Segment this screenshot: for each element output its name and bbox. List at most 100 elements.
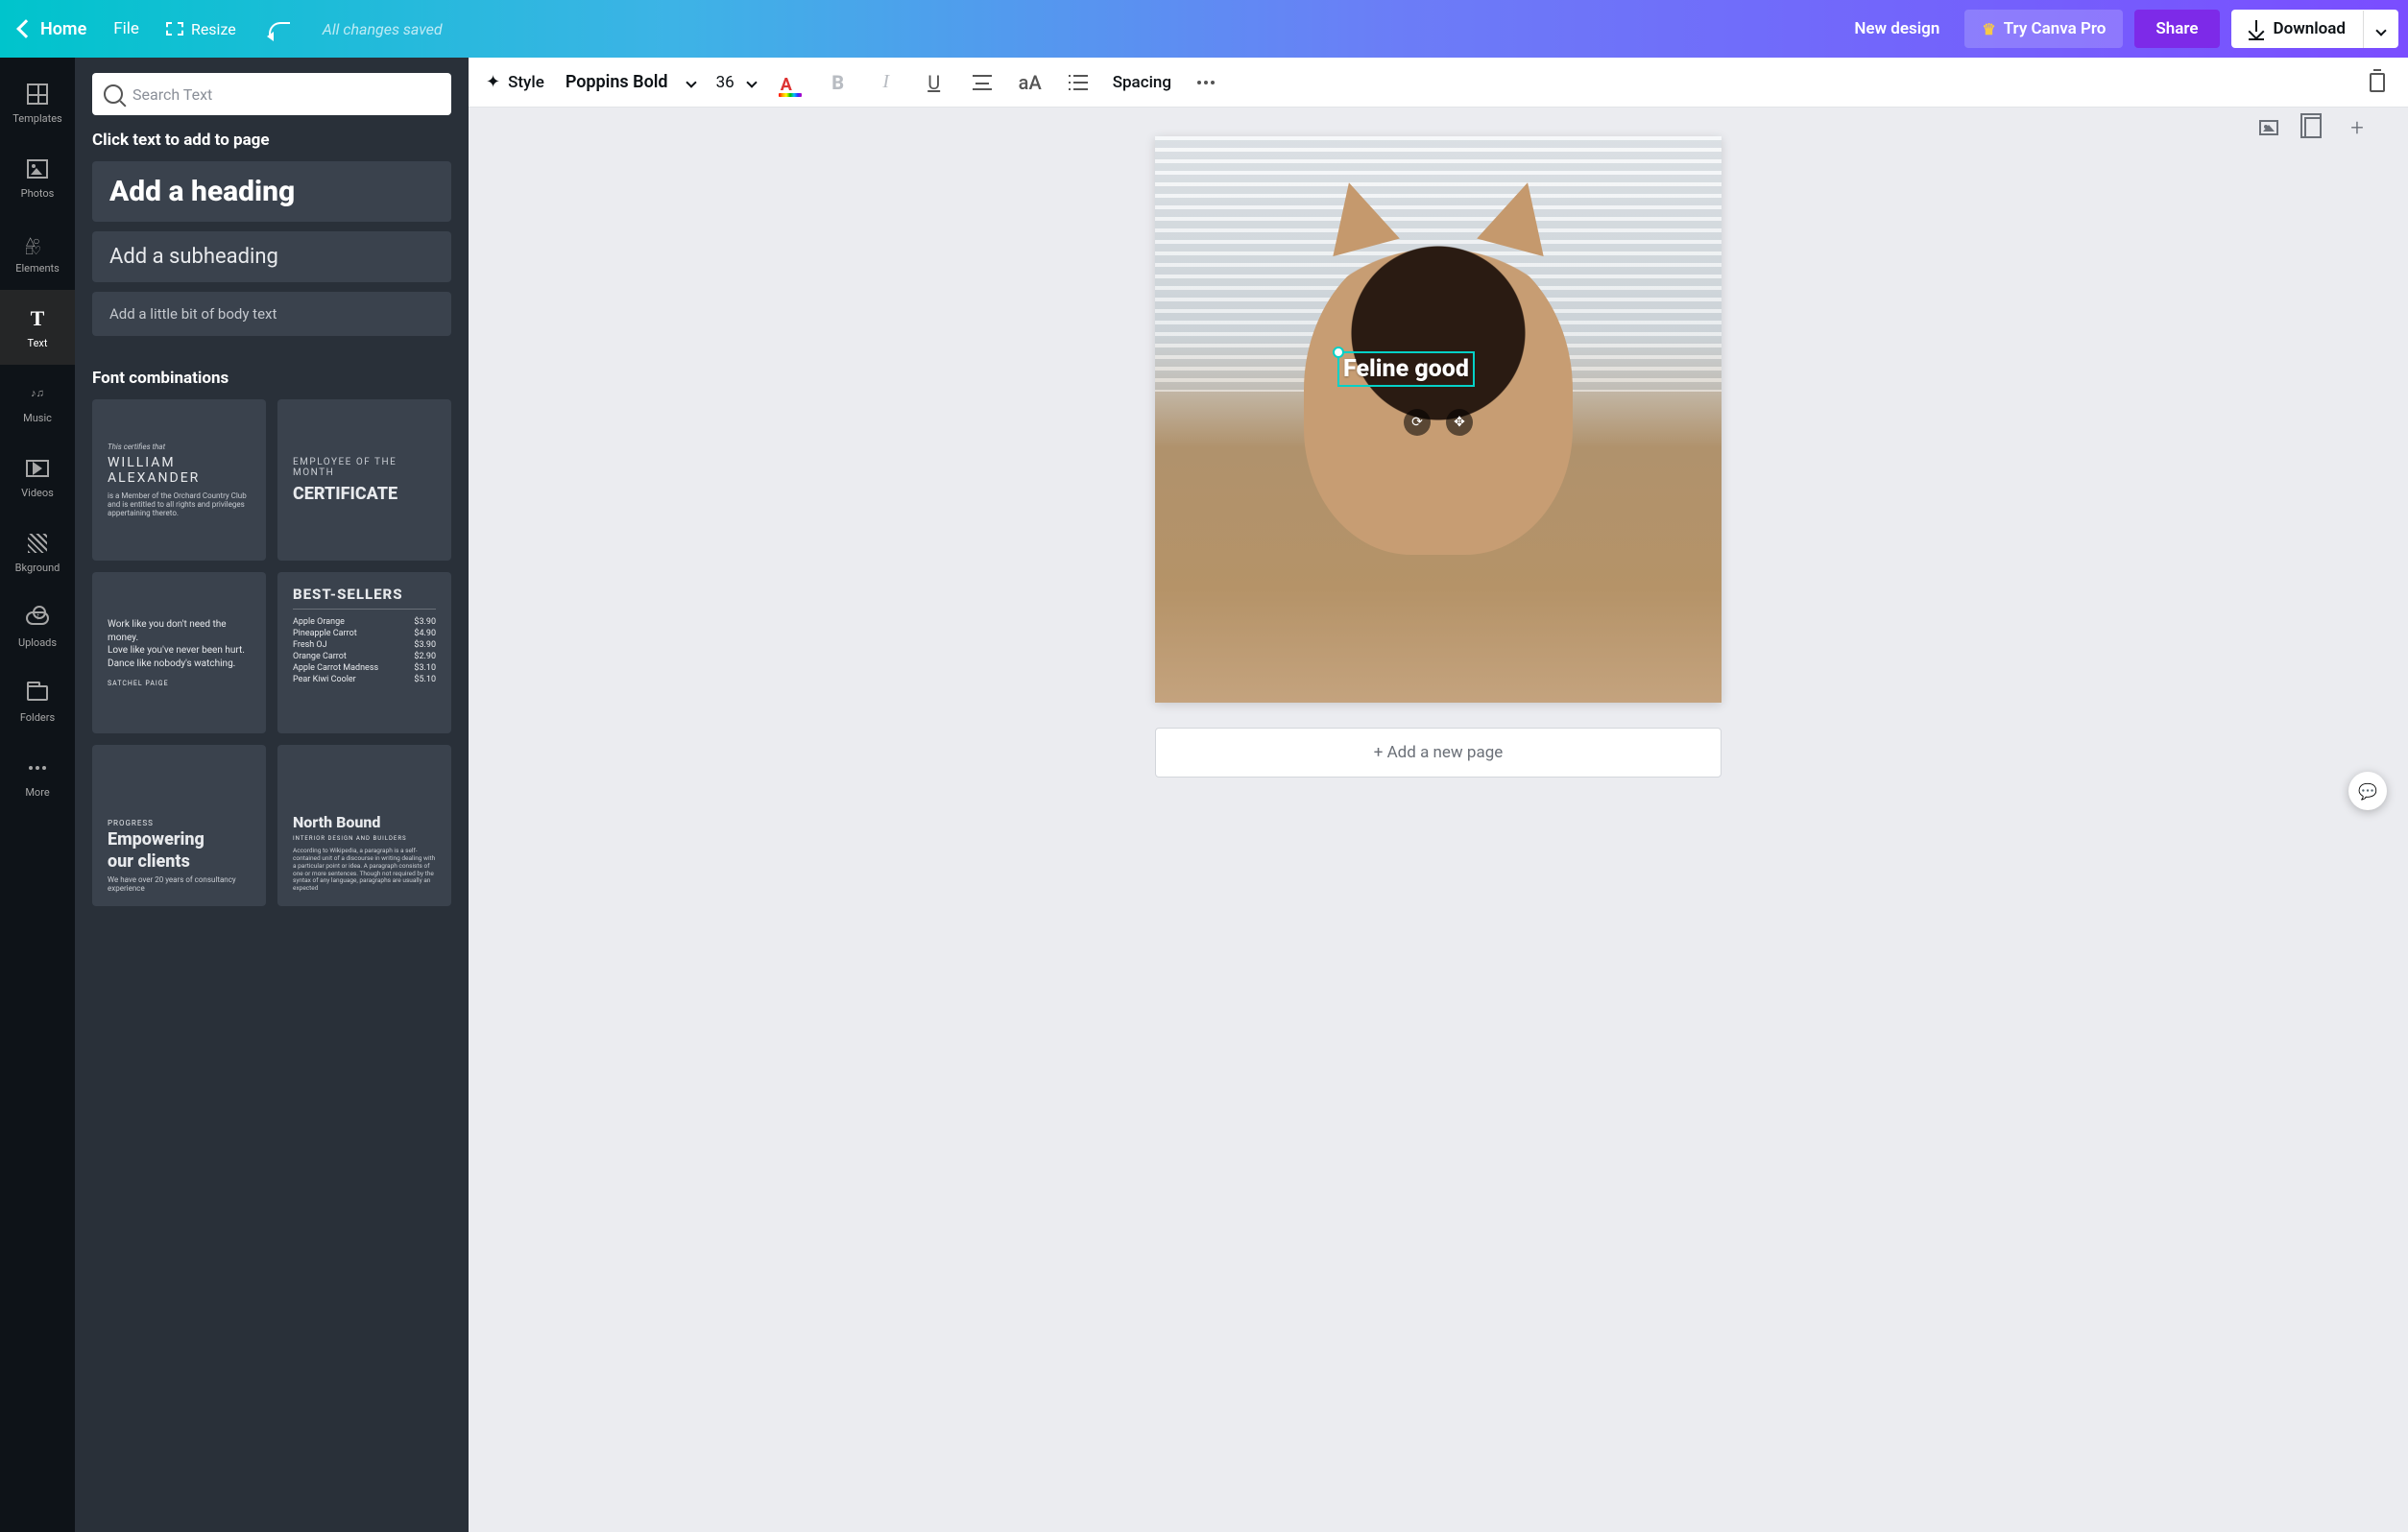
duplicate-icon <box>2304 117 2322 138</box>
rail-elements[interactable]: Elements <box>0 215 75 290</box>
page-notes-button[interactable] <box>2256 115 2281 140</box>
canvas-text[interactable]: Feline good <box>1343 355 1469 383</box>
rail-photos[interactable]: Photos <box>0 140 75 215</box>
font-combo-grid: This certifies that WILLIAM ALEXANDER is… <box>92 399 451 906</box>
save-status: All changes saved <box>323 20 443 38</box>
card-text: $2.90 <box>414 652 436 661</box>
add-new-page-button[interactable]: + Add a new page <box>1155 728 1722 778</box>
style-button[interactable]: Style <box>486 72 544 92</box>
sparkle-icon <box>486 72 500 92</box>
rail-templates[interactable]: Templates <box>0 65 75 140</box>
card-text: Pineapple Carrot <box>293 629 357 638</box>
panel-hint: Click text to add to page <box>92 131 451 150</box>
card-text: This certifies that <box>108 443 251 451</box>
search-input[interactable] <box>132 85 440 104</box>
font-combos-title: Font combinations <box>92 369 451 388</box>
rail-more[interactable]: More <box>0 739 75 814</box>
card-text: PROGRESS <box>108 819 251 827</box>
canvas-stage[interactable]: + Feline good ⟳ ✥ 💬 + Add a new page <box>469 108 2408 1532</box>
add-body-text-button[interactable]: Add a little bit of body text <box>92 292 451 336</box>
text-case-button[interactable]: aA <box>1017 69 1044 96</box>
list-button[interactable] <box>1065 69 1092 96</box>
font-combo-card[interactable]: North Bound INTERIOR DESIGN AND BUILDERS… <box>277 745 451 906</box>
card-text: $4.90 <box>414 629 436 638</box>
underline-icon: U <box>927 71 940 94</box>
download-dropdown[interactable] <box>2363 11 2398 48</box>
style-label: Style <box>508 73 544 92</box>
rail-bkground[interactable]: Bkground <box>0 515 75 589</box>
text-color-button[interactable]: A <box>777 69 804 96</box>
card-text: Orange Carrot <box>293 652 347 661</box>
font-combo-card[interactable]: EMPLOYEE OF THE MONTH CERTIFICATE <box>277 399 451 561</box>
add-heading-button[interactable]: Add a heading <box>92 161 451 222</box>
header-right: New design ♛ Try Canva Pro Share Downloa… <box>1841 10 2398 48</box>
align-icon <box>973 75 992 90</box>
home-label: Home <box>40 19 86 39</box>
try-canva-pro-button[interactable]: ♛ Try Canva Pro <box>1964 10 2123 48</box>
rail-videos[interactable]: Videos <box>0 440 75 515</box>
font-picker[interactable]: Poppins Bold <box>566 72 695 92</box>
home-button[interactable]: Home <box>19 19 86 39</box>
font-combo-card[interactable]: This certifies that WILLIAM ALEXANDER is… <box>92 399 266 561</box>
more-options-button[interactable] <box>1192 69 1219 96</box>
align-button[interactable] <box>969 69 996 96</box>
italic-button[interactable]: I <box>873 69 900 96</box>
resize-handle[interactable] <box>1333 347 1344 358</box>
duplicate-page-button[interactable] <box>2300 115 2325 140</box>
plus-icon: + <box>2350 114 2364 141</box>
list-icon <box>1069 75 1088 90</box>
spacing-button[interactable]: Spacing <box>1113 73 1171 92</box>
background-icon <box>28 534 47 553</box>
undo-button[interactable] <box>263 12 296 45</box>
comment-fab[interactable]: 💬 <box>2348 772 2387 810</box>
rail-folders[interactable]: Folders <box>0 664 75 739</box>
font-combo-card[interactable]: Work like you don't need the money. Love… <box>92 572 266 733</box>
card-text: is a Member of the Orchard Country Club … <box>108 491 251 517</box>
add-page-icon-button[interactable]: + <box>2345 115 2370 140</box>
search-icon <box>104 84 123 104</box>
search-text[interactable] <box>92 73 451 115</box>
card-text: Apple Orange <box>293 617 345 627</box>
resize-icon <box>166 22 183 36</box>
rail-uploads[interactable]: Uploads <box>0 589 75 664</box>
font-size: 36 <box>716 73 734 92</box>
chevron-down-icon <box>686 77 696 87</box>
videos-icon <box>26 460 49 477</box>
crown-icon: ♛ <box>1982 20 1995 38</box>
selected-text-box[interactable]: Feline good <box>1337 351 1475 387</box>
music-icon: ♪♫ <box>31 387 44 399</box>
font-combo-card[interactable]: BEST-SELLERS Apple Orange$3.90 Pineapple… <box>277 572 451 733</box>
download-main[interactable]: Download <box>2231 10 2363 48</box>
new-design-button[interactable]: New design <box>1841 12 1953 46</box>
share-button[interactable]: Share <box>2134 10 2219 48</box>
bold-button[interactable]: B <box>825 69 852 96</box>
download-button[interactable]: Download <box>2231 10 2398 48</box>
underline-button[interactable]: U <box>921 69 948 96</box>
page-actions: + <box>2256 115 2370 140</box>
rotate-handle[interactable]: ⟳ <box>1404 409 1431 436</box>
uploads-icon <box>26 611 49 625</box>
font-size-picker[interactable]: 36 <box>716 73 756 92</box>
chevron-down-icon <box>2375 25 2386 36</box>
add-subheading-button[interactable]: Add a subheading <box>92 231 451 282</box>
canvas-page[interactable]: Feline good ⟳ ✥ <box>1155 136 1722 703</box>
card-text: Empowering <box>108 831 251 850</box>
move-handle[interactable]: ✥ <box>1446 409 1473 436</box>
top-header: Home File Resize All changes saved New d… <box>0 0 2408 58</box>
card-text: Fresh OJ <box>293 640 327 650</box>
card-text: According to Wikipedia, a paragraph is a… <box>293 848 436 893</box>
card-text: WILLIAM ALEXANDER <box>108 455 251 486</box>
card-text: North Bound <box>293 813 436 831</box>
card-text: SATCHEL PAIGE <box>108 680 251 687</box>
text-panel: Click text to add to page Add a heading … <box>75 58 469 1532</box>
rail-music[interactable]: ♪♫Music <box>0 365 75 440</box>
header-left: Home File Resize All changes saved <box>19 12 443 45</box>
font-combo-card[interactable]: PROGRESS Empowering our clients We have … <box>92 745 266 906</box>
resize-button[interactable]: Resize <box>166 20 236 38</box>
rail-uploads-label: Uploads <box>18 636 57 649</box>
templates-icon <box>27 84 48 105</box>
file-menu[interactable]: File <box>113 19 139 38</box>
rail-text[interactable]: TText <box>0 290 75 365</box>
delete-button[interactable] <box>2364 69 2391 96</box>
more-icon <box>29 766 46 770</box>
